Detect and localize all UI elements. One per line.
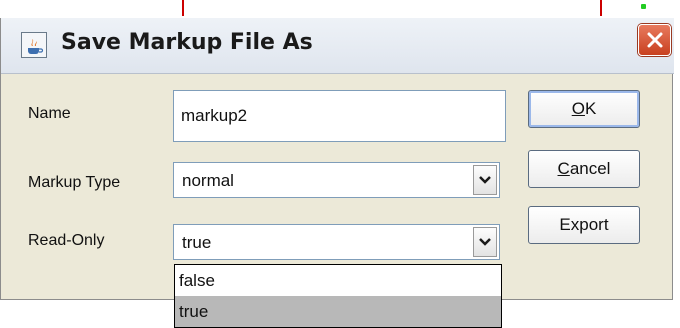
- markup-type-select[interactable]: normal: [173, 162, 500, 198]
- background-marker-dot: [641, 4, 646, 9]
- title-bar[interactable]: Save Markup File As: [1, 18, 674, 74]
- chevron-down-icon: [479, 176, 491, 184]
- background-canvas: [0, 0, 680, 18]
- ok-label: K: [584, 99, 597, 118]
- option-true[interactable]: true: [175, 296, 501, 327]
- background-marker-line: [182, 0, 184, 16]
- read-only-dropdown-button[interactable]: [473, 227, 497, 257]
- cancel-mnemonic: C: [557, 159, 570, 178]
- java-cup-icon: [21, 32, 47, 58]
- name-label: Name: [28, 105, 71, 122]
- name-input[interactable]: [174, 91, 505, 141]
- read-only-value: true: [182, 233, 212, 252]
- chevron-down-icon: [479, 238, 491, 246]
- ok-mnemonic: O: [571, 99, 585, 118]
- export-label: Export: [559, 215, 609, 234]
- save-markup-dialog: Save Markup File As Name Markup Type nor…: [0, 18, 674, 300]
- cancel-button[interactable]: Cancel: [528, 150, 640, 188]
- name-field[interactable]: [173, 90, 506, 142]
- markup-type-value: normal: [182, 171, 234, 190]
- cancel-label: ancel: [569, 159, 611, 178]
- close-x-icon: [647, 32, 662, 48]
- background-marker-line: [600, 0, 602, 16]
- ok-button[interactable]: OK: [528, 90, 640, 128]
- option-false[interactable]: false: [175, 265, 501, 296]
- window-title: Save Markup File As: [61, 30, 313, 55]
- markup-type-dropdown-button[interactable]: [473, 165, 497, 195]
- read-only-label: Read-Only: [28, 232, 105, 249]
- export-button[interactable]: Export: [528, 206, 640, 244]
- markup-type-label: Markup Type: [28, 174, 121, 191]
- read-only-options-list[interactable]: false true: [174, 264, 502, 328]
- read-only-select[interactable]: true: [173, 224, 500, 260]
- close-button[interactable]: [638, 24, 671, 56]
